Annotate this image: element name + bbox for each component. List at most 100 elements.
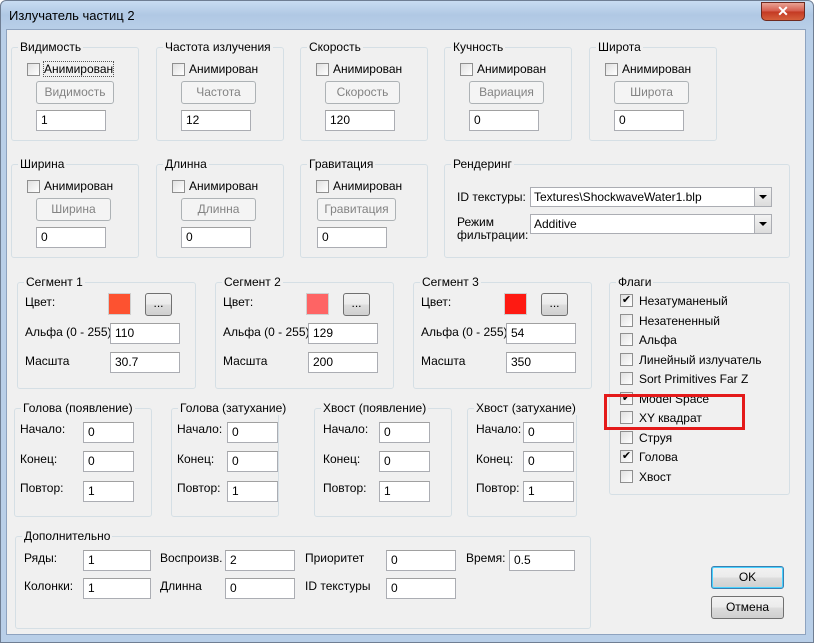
scale-label: Масшта — [223, 354, 268, 368]
segment2-alpha-input[interactable]: 129 — [308, 323, 378, 344]
group-title: Флаги — [616, 275, 654, 289]
tail-decay-start-input[interactable]: 0 — [523, 422, 574, 443]
flag-checkbox[interactable] — [620, 470, 633, 483]
head-decay-repeat-input[interactable]: 1 — [227, 481, 278, 502]
playback-input[interactable]: 2 — [225, 550, 295, 571]
scale-label: Масшта — [421, 354, 466, 368]
rows-label: Ряды: — [24, 551, 58, 565]
head-birth-end-input[interactable]: 0 — [83, 451, 134, 472]
segment1-color-pick-button[interactable]: ... — [145, 293, 172, 316]
start-label: Начало: — [323, 422, 369, 436]
filter-mode-combobox[interactable]: Additive — [530, 214, 772, 234]
extra-length-input[interactable]: 0 — [225, 578, 295, 599]
clumping-input[interactable]: 0 — [469, 110, 539, 131]
segment3-color-swatch[interactable] — [504, 293, 527, 315]
tail-birth-repeat-input[interactable]: 1 — [379, 481, 430, 502]
extra-texture-id-label: ID текстуры — [305, 579, 371, 593]
end-label: Конец: — [323, 452, 361, 466]
clumping-group: Кучность Анимирован Вариация 0 — [444, 40, 572, 141]
emission-rate-input[interactable]: 12 — [181, 110, 251, 131]
segment2-color-swatch[interactable] — [306, 293, 329, 315]
flag-checkbox[interactable] — [620, 353, 633, 366]
segment3-color-pick-button[interactable]: ... — [541, 293, 568, 316]
flag-checkbox[interactable] — [620, 314, 633, 327]
clumping-animated-checkbox[interactable] — [460, 63, 473, 76]
head-decay-end-input[interactable]: 0 — [227, 451, 278, 472]
segment1-scale-input[interactable]: 30.7 — [110, 352, 180, 373]
group-title: Гравитация — [307, 157, 376, 171]
group-title: Хвост (появление) — [321, 401, 429, 415]
group-title: Сегмент 3 — [420, 275, 481, 289]
width-button[interactable]: Ширина — [36, 198, 111, 221]
latitude-button[interactable]: Широта — [614, 81, 689, 104]
tail-birth-end-input[interactable]: 0 — [379, 451, 430, 472]
speed-animated-checkbox[interactable] — [316, 63, 329, 76]
playback-label: Воспроизв. — [160, 551, 223, 565]
segment1-color-swatch[interactable] — [108, 293, 131, 315]
tail-birth-group: Хвост (появление) Начало: 0 Конец: 0 Пов… — [314, 401, 452, 517]
animated-label: Анимирован — [189, 179, 259, 193]
length-input[interactable]: 0 — [181, 227, 251, 248]
alpha-label: Альфа (0 - 255) — [223, 325, 310, 339]
visibility-animated-checkbox[interactable] — [27, 63, 40, 76]
title-bar[interactable]: Излучатель частиц 2 ✕ — [1, 1, 813, 31]
segment2-color-pick-button[interactable]: ... — [343, 293, 370, 316]
flag-checkbox[interactable] — [620, 333, 633, 346]
tail-decay-repeat-input[interactable]: 1 — [523, 481, 574, 502]
flag-label: Линейный излучатель — [639, 353, 762, 367]
cancel-button[interactable]: Отмена — [711, 596, 784, 619]
head-birth-repeat-input[interactable]: 1 — [83, 481, 134, 502]
animated-label: Анимирован — [333, 62, 403, 76]
filter-mode-label: Режим — [457, 215, 494, 229]
head-decay-group: Голова (затухание) Начало: 0 Конец: 0 По… — [171, 401, 289, 517]
width-input[interactable]: 0 — [36, 227, 106, 248]
group-title: Видимость — [18, 40, 84, 54]
extra-group: Дополнительно Ряды: 1 Колонки: 1 Воспрои… — [15, 529, 591, 629]
flag-checkbox[interactable] — [620, 372, 633, 385]
speed-button[interactable]: Скорость — [325, 81, 400, 104]
emission-rate-button[interactable]: Частота — [181, 81, 256, 104]
close-button[interactable]: ✕ — [761, 2, 805, 21]
segment3-scale-input[interactable]: 350 — [506, 352, 576, 373]
visibility-button[interactable]: Видимость — [36, 81, 114, 104]
head-decay-start-input[interactable]: 0 — [227, 422, 278, 443]
flag-label: Незатененный — [639, 314, 720, 328]
rows-input[interactable]: 1 — [83, 550, 151, 571]
length-button[interactable]: Длинна — [181, 198, 256, 221]
gravity-button[interactable]: Гравитация — [317, 198, 396, 221]
speed-group: Скорость Анимирован Скорость 120 — [300, 40, 428, 141]
group-title: Сегмент 2 — [222, 275, 283, 289]
priority-input[interactable]: 0 — [386, 550, 456, 571]
width-animated-checkbox[interactable] — [27, 180, 40, 193]
speed-input[interactable]: 120 — [325, 110, 395, 131]
latitude-input[interactable]: 0 — [614, 110, 684, 131]
clumping-variation-button[interactable]: Вариация — [469, 81, 544, 104]
length-animated-checkbox[interactable] — [172, 180, 185, 193]
texture-id-combobox[interactable]: Textures\ShockwaveWater1.blp — [530, 187, 772, 207]
tail-decay-end-input[interactable]: 0 — [523, 451, 574, 472]
filter-mode-label-2: фильтрации: — [457, 228, 529, 242]
flag-checkbox[interactable]: ✔ — [620, 294, 633, 307]
gravity-animated-checkbox[interactable] — [316, 180, 329, 193]
flag-label: Голова — [639, 450, 678, 464]
visibility-input[interactable]: 1 — [36, 110, 106, 131]
columns-input[interactable]: 1 — [83, 578, 151, 599]
time-input[interactable]: 0.5 — [509, 550, 575, 571]
chevron-down-icon[interactable] — [754, 215, 771, 233]
flag-label: Незатуманеный — [639, 294, 728, 308]
flag-checkbox[interactable] — [620, 431, 633, 444]
head-birth-start-input[interactable]: 0 — [83, 422, 134, 443]
extra-texture-id-input[interactable]: 0 — [386, 578, 456, 599]
gravity-input[interactable]: 0 — [317, 227, 387, 248]
segment1-alpha-input[interactable]: 110 — [110, 323, 180, 344]
length-group: Длинна Анимирован Длинна 0 — [156, 157, 284, 258]
tail-birth-start-input[interactable]: 0 — [379, 422, 430, 443]
segment3-alpha-input[interactable]: 54 — [506, 323, 576, 344]
ok-button[interactable]: OK — [711, 566, 784, 589]
group-title: Дополнительно — [22, 529, 113, 543]
flag-checkbox[interactable]: ✔ — [620, 450, 633, 463]
latitude-animated-checkbox[interactable] — [605, 63, 618, 76]
chevron-down-icon[interactable] — [754, 188, 771, 206]
segment2-scale-input[interactable]: 200 — [308, 352, 378, 373]
emission-rate-animated-checkbox[interactable] — [172, 63, 185, 76]
